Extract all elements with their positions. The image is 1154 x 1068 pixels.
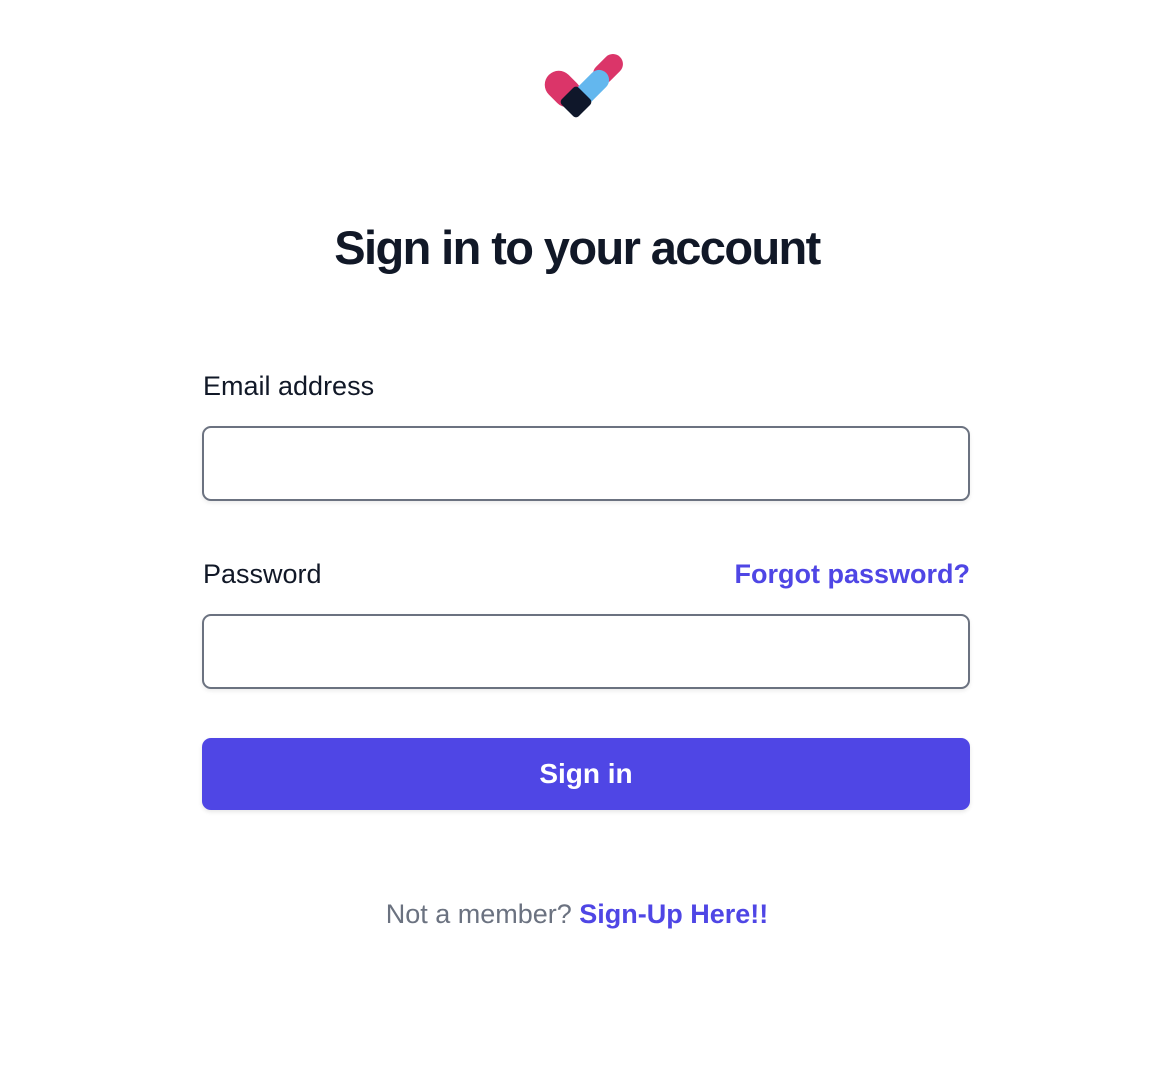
password-label: Password xyxy=(203,559,322,589)
email-label: Email address xyxy=(203,371,375,401)
heart-pill-logo-icon xyxy=(544,54,623,118)
signup-prompt: Not a member? xyxy=(385,899,580,929)
sign-in-button[interactable]: Sign in xyxy=(202,738,970,810)
email-input[interactable] xyxy=(202,426,970,501)
signup-link[interactable]: Sign-Up Here!! xyxy=(579,899,768,929)
forgot-password-link[interactable]: Forgot password? xyxy=(735,556,971,592)
signup-row: Not a member? Sign-Up Here!! xyxy=(0,896,1154,932)
password-input[interactable] xyxy=(202,614,970,689)
page-title: Sign in to your account xyxy=(334,221,821,274)
brand-logo xyxy=(544,50,626,118)
